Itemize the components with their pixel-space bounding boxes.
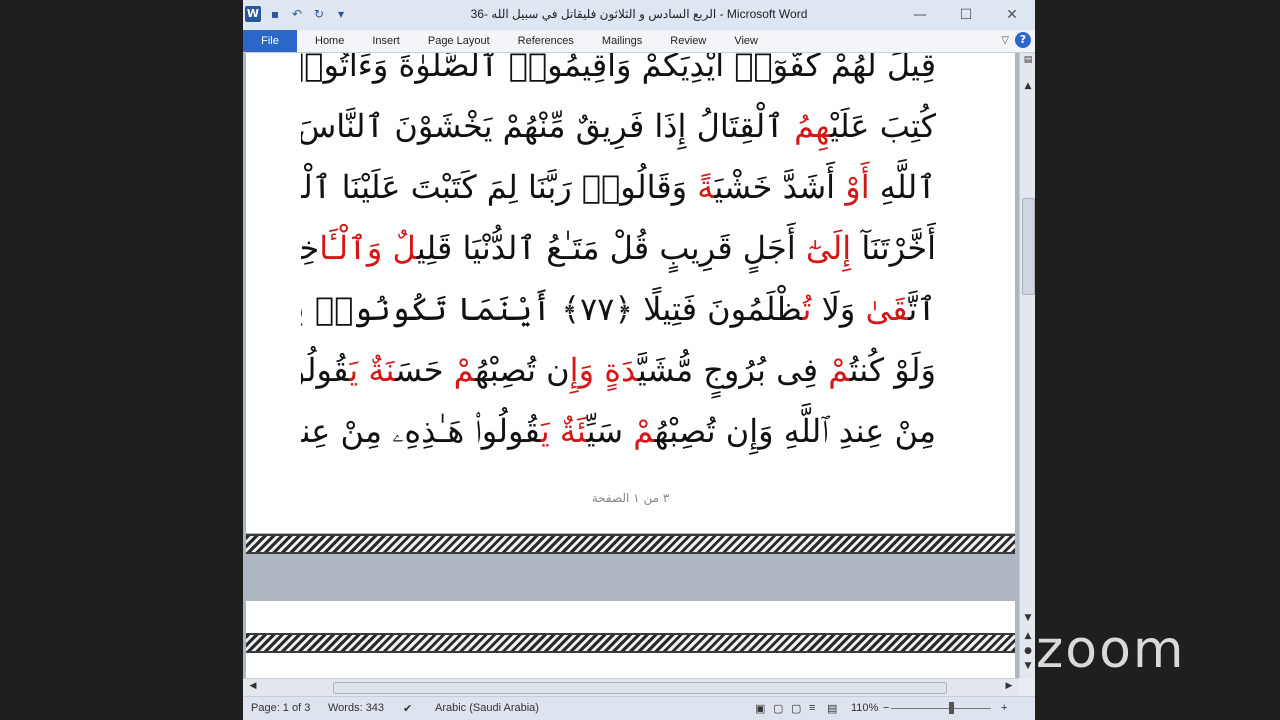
text-run: قِيلَ لَهُمْ كُفُّوٓا۟ أَيْدِيَكُمْ وَأَ…	[301, 53, 936, 84]
page-footer: ٣ من ١ الصفحة	[591, 491, 670, 505]
text-line[interactable]: كُتِبَ عَلَيْهِمُ ٱلْقِتَالُ إِذَا فَرِي…	[301, 96, 936, 157]
text-run: ن تُصِبْهُ	[474, 351, 570, 389]
word-window: W ▪ ↶ ↻ ▾ الربع السادس و الثلاثون فليقات…	[243, 0, 1035, 720]
tajweed-highlight: هِمُ	[794, 107, 831, 145]
tajweed-highlight: قَىٰ	[865, 290, 909, 328]
web-layout-icon[interactable]: ▢	[791, 702, 801, 715]
text-line[interactable]: وَلَوْ كُنتُمْ فِى بُرُوجٍ مُّشَيَّدَةٍ …	[301, 340, 936, 401]
tab-review[interactable]: Review	[656, 30, 720, 52]
language-indicator[interactable]: Arabic (Saudi Arabia)	[435, 702, 539, 714]
text-run: وَلَا	[811, 290, 866, 328]
help-icon[interactable]: ?	[1015, 32, 1031, 48]
scroll-left-icon[interactable]: ◀	[245, 681, 261, 691]
page-border-bottom	[246, 534, 1015, 554]
text-run: أَخَّرْتَنَآ	[851, 229, 936, 267]
vertical-scroll-thumb[interactable]	[1022, 198, 1035, 295]
tab-mailings[interactable]: Mailings	[588, 30, 656, 52]
text-line[interactable]: ٱللَّهِ أَوْ أَشَدَّ خَشْيَةً وَقَالُوا۟…	[301, 157, 936, 218]
full-screen-reading-icon[interactable]: ▢	[773, 702, 783, 715]
zoom-watermark-logo: zoom	[1036, 620, 1186, 680]
status-bar: Page: 1 of 3 Words: 343 ✔ Arabic (Saudi …	[243, 696, 1035, 720]
text-run: قُولُوا۟ هَـٰذِهِۦ	[301, 351, 350, 389]
next-page-icon[interactable]: ▼	[1020, 661, 1035, 671]
zoom-level[interactable]: 110%	[851, 702, 878, 714]
zoom-slider[interactable]	[891, 708, 991, 709]
word-count[interactable]: Words: 343	[328, 702, 384, 714]
tab-file[interactable]: File	[243, 30, 297, 52]
title-bar: W ▪ ↶ ↻ ▾ الربع السادس و الثلاثون فليقات…	[243, 0, 1035, 30]
scroll-down-icon[interactable]: ▼	[1020, 613, 1035, 623]
page-count[interactable]: Page: 1 of 3	[251, 702, 310, 714]
zoom-in-button[interactable]: +	[1001, 702, 1007, 714]
text-line[interactable]: ٱتَّقَىٰ وَلَا تُظْلَمُونَ فَتِيلًا ﴿٧٧﴾…	[301, 279, 936, 340]
scroll-right-icon[interactable]: ▶	[1001, 681, 1017, 691]
outline-icon[interactable]: ≡	[809, 702, 815, 714]
tajweed-highlight: ئَةٌ يَ	[540, 412, 587, 450]
tajweed-highlight: نَةٌ يَ	[349, 351, 396, 389]
text-line[interactable]: أَخَّرْتَنَآ إِلَىٰٓ أَجَلٍ قَرِيبٍ قُلْ…	[301, 218, 936, 279]
tab-references[interactable]: References	[504, 30, 588, 52]
tajweed-highlight: مْ	[828, 351, 850, 389]
proofing-icon[interactable]: ✔	[403, 702, 412, 715]
text-run: وَلَوْ كُنتُ	[849, 351, 936, 389]
quran-text[interactable]: قِيلَ لَهُمْ كُفُّوٓا۟ أَيْدِيَكُمْ وَأَ…	[301, 53, 936, 462]
text-run: سَيِّ	[586, 412, 634, 450]
tab-page-layout[interactable]: Page Layout	[414, 30, 504, 52]
previous-page-icon[interactable]: ▲	[1020, 631, 1035, 641]
text-run: خِرَةُ	[301, 229, 320, 267]
tab-home[interactable]: Home	[301, 30, 358, 52]
text-run: حَسَ	[395, 351, 454, 389]
tab-view[interactable]: View	[720, 30, 772, 52]
text-run: أَشَدَّ خَشْيَ	[714, 168, 846, 206]
document-area: قِيلَ لَهُمْ كُفُّوٓا۟ أَيْدِيَكُمْ وَأَ…	[243, 53, 1019, 678]
tajweed-highlight: لٌ وَٱلْـَٔا	[319, 229, 417, 267]
zoom-out-button[interactable]: −	[883, 702, 889, 714]
text-run: ظْلَمُونَ فَتِيلًا ﴿٧٧﴾ أَيْنَمَا تَكُون…	[301, 290, 803, 328]
tab-insert[interactable]: Insert	[358, 30, 414, 52]
text-run: كُتِبَ عَلَيْ	[830, 107, 936, 145]
tajweed-highlight: دَةٍ وَإِ	[569, 351, 638, 389]
text-run: ٱتَّ	[908, 290, 936, 328]
horizontal-scroll-thumb[interactable]	[333, 682, 947, 694]
text-run: ٱلْقِتَالُ إِذَا فَرِيقٌ مِّنْهُمْ يَخْش…	[301, 107, 784, 145]
page-border-top	[246, 633, 1015, 653]
text-run: مِنْ عِندِ ٱللَّهِ وَإِن تُصِبْهُ	[654, 412, 936, 450]
tajweed-highlight: ةً	[697, 168, 715, 206]
browse-object-icon[interactable]: ●	[1020, 646, 1035, 656]
tajweed-highlight: مْ	[633, 412, 655, 450]
text-run: ٱللَّهِ	[869, 168, 936, 206]
document-page[interactable]: قِيلَ لَهُمْ كُفُّوٓا۟ أَيْدِيَكُمْ وَأَ…	[246, 53, 1015, 533]
tajweed-highlight: إِلَىٰٓ	[805, 229, 852, 267]
text-line[interactable]: قِيلَ لَهُمْ كُفُّوٓا۟ أَيْدِيَكُمْ وَأَ…	[301, 53, 936, 96]
text-run: قُولُوا۟ هَـٰذِهِۦ مِنْ عِن	[301, 412, 541, 450]
print-layout-icon[interactable]: ▣	[755, 702, 765, 715]
text-run: فِى بُرُوجٍ مُّشَيَّ	[637, 351, 829, 389]
tajweed-highlight: أَوْ	[845, 168, 870, 206]
text-run: أَجَلٍ قَرِيبٍ قُلْ مَتَـٰعُ ٱلدُّنْيَا …	[416, 229, 806, 267]
close-button[interactable]: ✕	[989, 0, 1035, 30]
minimize-ribbon-icon[interactable]: ▽	[1001, 35, 1009, 46]
ribbon-tabs: File Home Insert Page Layout References Mail…	[243, 30, 1035, 53]
text-line[interactable]: مِنْ عِندِ ٱللَّهِ وَإِن تُصِبْهُمْ سَيِ…	[301, 401, 936, 462]
maximize-button[interactable]: ☐	[943, 0, 989, 30]
draft-icon[interactable]: ▤	[827, 702, 837, 715]
ruler-toggle-icon[interactable]: ▤	[1020, 55, 1035, 65]
tajweed-highlight: مْ	[453, 351, 475, 389]
horizontal-scrollbar[interactable]: ◀ ▶	[243, 678, 1019, 696]
vertical-scrollbar[interactable]: ▤ ▲ ▼ ▲ ● ▼	[1019, 53, 1035, 678]
minimize-button[interactable]: —	[897, 0, 943, 30]
text-run: وَقَالُوا۟ رَبَّنَا لِمَ كَتَبْتَ عَلَيْ…	[301, 168, 698, 206]
zoom-slider-handle[interactable]	[949, 702, 954, 714]
scroll-up-icon[interactable]: ▲	[1020, 81, 1035, 91]
